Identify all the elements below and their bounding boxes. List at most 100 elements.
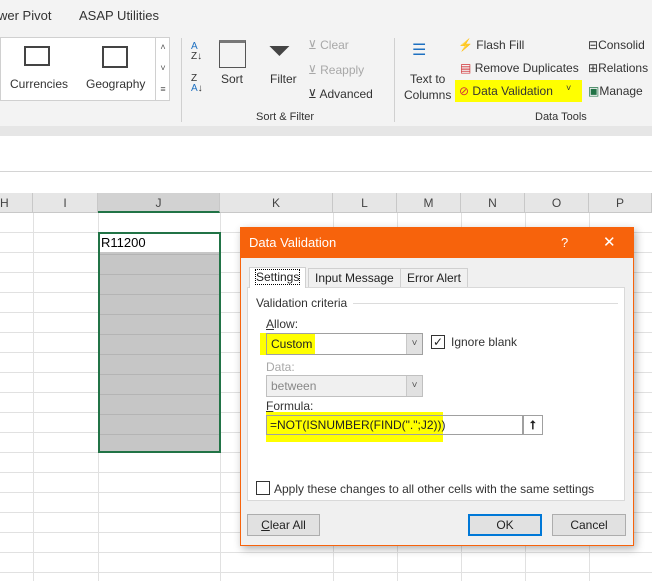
data-validation-button[interactable]: ⊘ Data Validation ˅ — [455, 80, 582, 102]
filter-button[interactable]: Filter — [270, 72, 297, 86]
gallery-scroll[interactable]: ˄ ˅ ≡ — [155, 37, 170, 101]
upload-arrow-icon: ⭡ — [530, 418, 536, 432]
formula-value: =NOT(ISNUMBER(FIND(".";J2))) — [270, 418, 446, 432]
cell-j2[interactable]: R11200 — [100, 234, 219, 252]
text-to-columns-label: Columns — [404, 88, 452, 102]
chevron-down-icon: ˅ — [406, 376, 422, 396]
data-tools-group-label: Data Tools — [535, 111, 587, 123]
flash-fill-button[interactable]: ⚡ Flash Fill — [458, 38, 524, 52]
help-button[interactable]: ? — [561, 228, 568, 258]
data-select: between ˅ — [266, 375, 423, 397]
column-header-i[interactable]: I — [33, 193, 98, 213]
advanced-button[interactable]: ⊻ Advanced — [308, 87, 373, 101]
clear-button[interactable]: ⊻ Clear — [308, 38, 349, 52]
tab-power-pivot[interactable]: wer Pivot — [0, 8, 51, 23]
row-gridline — [100, 314, 219, 315]
selected-range[interactable] — [98, 232, 221, 453]
remove-duplicates-icon: ▤ — [460, 61, 472, 75]
ok-button[interactable]: OK — [468, 514, 542, 536]
apply-all-checkbox[interactable] — [256, 481, 270, 495]
tab-settings-label: Settings — [254, 269, 301, 285]
tab-error-alert[interactable]: Error Alert — [400, 268, 469, 288]
row-gridline — [100, 354, 219, 355]
funnel-icon: ⏷ — [268, 35, 291, 66]
column-header-k[interactable]: K — [220, 193, 333, 213]
column-header-p[interactable]: P — [589, 193, 652, 213]
reapply-button[interactable]: ⊻ Reapply — [308, 63, 364, 77]
sort-icon — [219, 40, 246, 68]
consolidate-label: Consolid — [598, 38, 645, 52]
manage-label: Manage — [599, 84, 643, 98]
apply-all-label: Apply these changes to all other cells w… — [274, 482, 595, 496]
data-validation-label: Data Validation — [472, 84, 553, 98]
tab-settings[interactable]: Settings — [249, 267, 307, 288]
data-validation-dialog: Data Validation ? ✕ Settings Input Messa… — [240, 227, 634, 546]
row-gridline — [100, 294, 219, 295]
sort-az-button[interactable]: A Z↓ — [191, 42, 202, 62]
close-icon[interactable]: ✕ — [603, 228, 616, 258]
row-gridline — [100, 394, 219, 395]
currencies-button[interactable]: Currencies — [8, 42, 70, 97]
column-header-l[interactable]: L — [333, 193, 397, 213]
ribbon-tabs: wer Pivot ASAP Utilities — [0, 0, 652, 32]
advanced-label: Advanced — [319, 87, 373, 101]
divider — [353, 303, 618, 304]
data-value: between — [271, 379, 317, 393]
column-header-o[interactable]: O — [525, 193, 589, 213]
row-gridline — [0, 552, 652, 553]
validation-criteria-heading: Validation criteria — [256, 296, 348, 310]
settings-panel: Validation criteria Allow: Custom ˅ ✓ Ig… — [247, 287, 625, 501]
column-headers: H I J K L M N O P — [0, 193, 652, 213]
allow-value: Custom — [271, 337, 313, 351]
chevron-down-icon[interactable]: ˅ — [566, 83, 571, 93]
flash-fill-label: Flash Fill — [476, 38, 525, 52]
clear-all-label: Clear All — [261, 518, 306, 532]
allow-select[interactable]: Custom ˅ — [266, 333, 423, 355]
tab-input-message[interactable]: Input Message — [308, 268, 401, 288]
consolidate-button[interactable]: ⊟Consolid — [588, 38, 645, 52]
row-gridline — [100, 434, 219, 435]
formula-label: Formula: — [266, 399, 314, 413]
dialog-title: Data Validation — [249, 235, 337, 250]
reapply-label: Reapply — [320, 63, 365, 77]
text-to-columns-icon: ☰ — [412, 42, 427, 59]
ignore-blank-checkbox[interactable]: ✓ — [431, 335, 445, 349]
dialog-title-bar[interactable]: Data Validation ? ✕ — [241, 228, 633, 258]
currencies-label: Currencies — [10, 77, 69, 91]
flash-fill-icon: ⚡ — [458, 38, 473, 52]
data-label: Data: — [266, 360, 295, 374]
geography-label: Geography — [86, 77, 146, 91]
column-header-j[interactable]: J — [98, 193, 220, 213]
column-header-n[interactable]: N — [461, 193, 525, 213]
column-header-m[interactable]: M — [397, 193, 461, 213]
currencies-icon — [24, 46, 50, 66]
sort-za-button[interactable]: Z A↓ — [191, 74, 203, 94]
formula-input[interactable]: =NOT(ISNUMBER(FIND(".";J2))) — [266, 415, 523, 435]
row-gridline — [100, 274, 219, 275]
tab-asap-utilities[interactable]: ASAP Utilities — [79, 8, 159, 23]
manage-data-model-button[interactable]: ▣Manage — [588, 84, 643, 98]
relationships-button[interactable]: ⊞Relations — [588, 61, 648, 75]
sort-button[interactable]: Sort — [221, 72, 243, 86]
row-gridline — [100, 254, 219, 255]
allow-label: Allow: — [266, 317, 299, 331]
map-icon — [102, 46, 128, 68]
text-to-columns-button[interactable]: Text to — [410, 72, 445, 86]
column-gridline — [33, 213, 34, 581]
column-header-h[interactable]: H — [0, 193, 33, 213]
formula-bar[interactable] — [0, 136, 652, 172]
sort-filter-group-label: Sort & Filter — [256, 111, 315, 123]
remove-duplicates-button[interactable]: ▤ Remove Duplicates — [460, 61, 579, 75]
geography-button[interactable]: Geography — [84, 42, 150, 97]
data-model-icon: ▣ — [588, 84, 600, 98]
cancel-button[interactable]: Cancel — [552, 514, 626, 536]
row-gridline — [100, 374, 219, 375]
clear-label: Clear — [320, 38, 349, 52]
row-gridline — [100, 334, 219, 335]
collapse-dialog-button[interactable]: ⭡ — [523, 415, 543, 435]
row-gridline — [0, 572, 652, 573]
clear-all-button[interactable]: Clear All — [247, 514, 320, 536]
ribbon-bottom-strip — [0, 126, 652, 136]
chevron-down-icon[interactable]: ˅ — [406, 334, 422, 354]
row-gridline — [100, 414, 219, 415]
